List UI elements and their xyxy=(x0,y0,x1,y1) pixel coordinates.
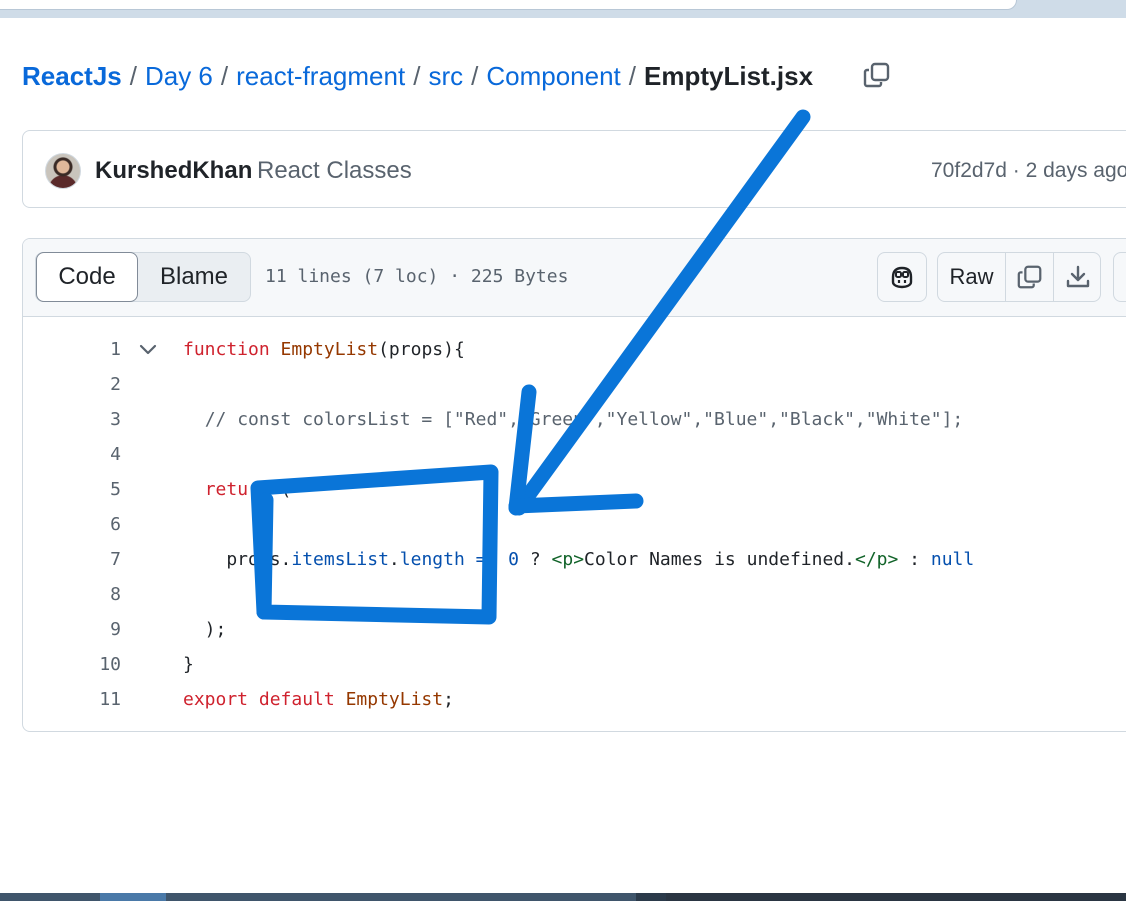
browser-tab-strip xyxy=(0,0,1017,10)
file-viewer: Code Blame 11 lines (7 loc) · 225 Bytes … xyxy=(22,238,1126,732)
breadcrumb-separator: / xyxy=(471,60,479,91)
more-options-button[interactable] xyxy=(1113,252,1126,302)
copy-path-button[interactable] xyxy=(862,60,892,90)
code-line: 1 function EmptyList(props){ xyxy=(23,332,1126,367)
line-number[interactable]: 7 xyxy=(63,542,121,577)
taskbar-segment xyxy=(666,893,1126,901)
breadcrumb-current-file: EmptyList.jsx xyxy=(644,60,814,91)
download-button[interactable] xyxy=(1054,253,1100,301)
copy-icon xyxy=(1017,265,1041,289)
code-line: 6 xyxy=(23,507,1126,542)
line-number[interactable]: 2 xyxy=(63,367,121,402)
copilot-icon xyxy=(891,266,913,289)
code-line: 8 xyxy=(23,577,1126,612)
latest-commit-bar: KurshedKhan React Classes 70f2d7d · 2 da… xyxy=(22,130,1126,208)
commit-time: 2 days ago xyxy=(1025,159,1126,182)
tab-blame[interactable]: Blame xyxy=(138,253,250,301)
commit-author[interactable]: KurshedKhan xyxy=(95,157,252,185)
line-number[interactable]: 6 xyxy=(63,507,121,542)
line-number[interactable]: 3 xyxy=(63,402,121,437)
copilot-button[interactable] xyxy=(877,252,927,302)
code-line: 9 ); xyxy=(23,612,1126,647)
copy-raw-button[interactable] xyxy=(1006,253,1054,301)
breadcrumb-separator: / xyxy=(220,60,229,91)
breadcrumb-repo-link[interactable]: ReactJs xyxy=(22,61,122,92)
code-text: export default EmptyList; xyxy=(183,689,454,710)
taskbar-segment xyxy=(0,893,636,901)
breadcrumb-folder-link[interactable]: Component xyxy=(486,61,620,92)
line-number[interactable]: 11 xyxy=(63,682,121,717)
code-line: 3 // const colorsList = ["Red","Green","… xyxy=(23,402,1126,437)
breadcrumb: ReactJs / Day 6 / react-fragment / src /… xyxy=(22,58,813,94)
raw-button[interactable]: Raw xyxy=(938,253,1006,301)
browser-top-bar xyxy=(0,0,1126,18)
line-number[interactable]: 5 xyxy=(63,472,121,507)
line-number[interactable]: 4 xyxy=(63,437,121,472)
tab-code[interactable]: Code xyxy=(36,252,138,302)
code-line: 5 return ( xyxy=(23,472,1126,507)
commit-meta: 70f2d7d · 2 days ago xyxy=(931,159,1126,183)
view-mode-toggle: Code Blame xyxy=(35,252,251,302)
code-line: 7 props.itemsList.length == 0 ? <p>Color… xyxy=(23,542,1126,577)
download-icon xyxy=(1066,265,1090,288)
raw-actions-group: Raw xyxy=(937,252,1101,302)
copy-icon xyxy=(863,62,890,88)
breadcrumb-separator: / xyxy=(129,60,137,91)
code-line: 2 xyxy=(23,367,1126,402)
code-text: props.itemsList.length == 0 ? <p>Color N… xyxy=(183,549,975,570)
breadcrumb-separator: / xyxy=(413,60,421,91)
breadcrumb-folder-link[interactable]: src xyxy=(428,61,463,92)
taskbar-active-app[interactable] xyxy=(100,893,166,901)
commit-hash[interactable]: 70f2d7d xyxy=(931,159,1007,182)
code-text: function EmptyList(props){ xyxy=(183,339,465,360)
code-text: } xyxy=(183,654,194,675)
chevron-down-icon[interactable] xyxy=(137,339,159,361)
code-line: 10 } xyxy=(23,647,1126,682)
code-line: 4 xyxy=(23,437,1126,472)
breadcrumb-folder-link[interactable]: Day 6 xyxy=(145,61,213,92)
commit-message[interactable]: React Classes xyxy=(257,157,412,185)
breadcrumb-separator: / xyxy=(628,60,636,91)
code-text: return ( xyxy=(204,479,292,500)
line-number[interactable]: 9 xyxy=(63,612,121,647)
line-number[interactable]: 1 xyxy=(63,332,121,367)
breadcrumb-folder-link[interactable]: react-fragment xyxy=(236,61,405,92)
code-text: ); xyxy=(183,619,227,640)
file-info: 11 lines (7 loc) · 225 Bytes xyxy=(265,266,569,287)
line-number[interactable]: 10 xyxy=(63,647,121,682)
code-text: // const colorsList = ["Red","Green","Ye… xyxy=(204,409,964,430)
line-number[interactable]: 8 xyxy=(63,577,121,612)
code-line: 11 export default EmptyList; xyxy=(23,682,1126,717)
avatar[interactable] xyxy=(45,153,81,189)
file-header: Code Blame 11 lines (7 loc) · 225 Bytes … xyxy=(23,239,1126,317)
taskbar xyxy=(0,893,1126,901)
